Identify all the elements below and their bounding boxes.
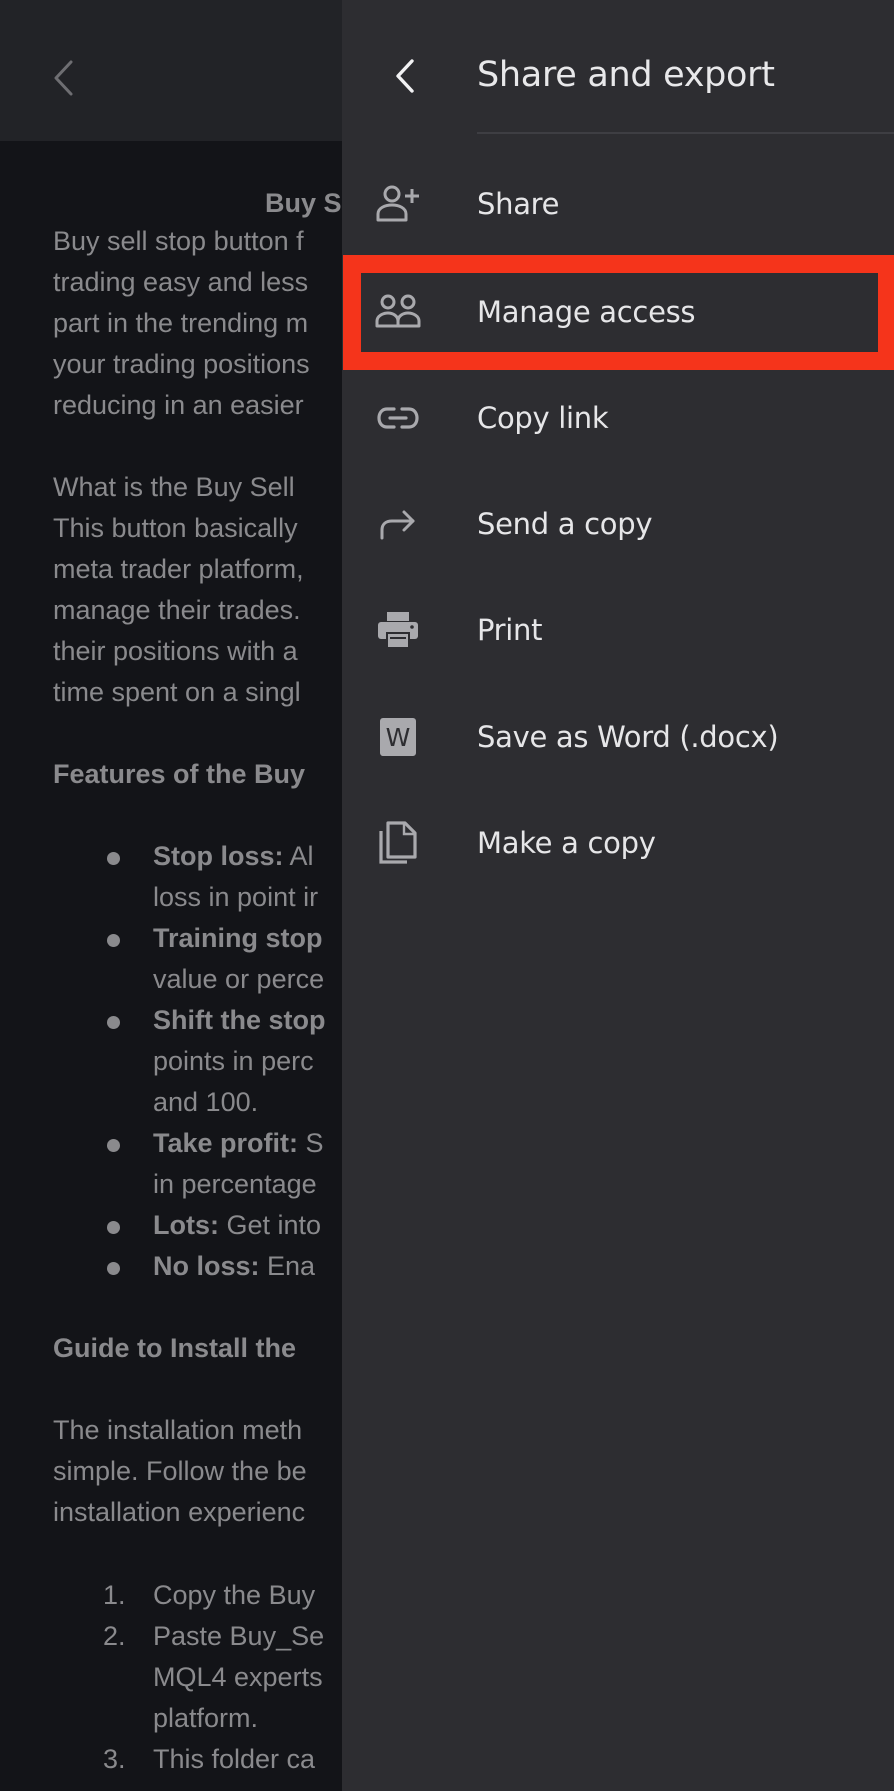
menu-item-save-as-word[interactable]: W Save as Word (.docx) <box>342 684 894 790</box>
bullet-icon <box>107 1221 120 1234</box>
paragraph-line: their positions with a <box>53 636 298 666</box>
bullet-icon <box>107 1016 120 1029</box>
forward-arrow-icon <box>375 501 421 547</box>
feature-item-cont: loss in point ir <box>153 882 319 912</box>
feature-item: Take profit: S <box>153 1128 324 1158</box>
step-line: This folder ca <box>153 1744 316 1774</box>
menu-label: Print <box>477 613 543 647</box>
menu-label: Manage access <box>477 295 696 329</box>
menu-item-copy-link[interactable]: Copy link <box>342 365 894 471</box>
divider <box>477 132 894 134</box>
feature-item: Shift the stop <box>153 1005 326 1035</box>
word-glyph: W <box>380 718 416 756</box>
bullet-icon <box>107 1139 120 1152</box>
features-heading: Features of the Buy <box>53 759 306 789</box>
panel-title: Share and export <box>477 55 775 95</box>
feature-item: Training stop <box>153 923 323 953</box>
paragraph-line: installation experienc <box>53 1497 306 1527</box>
menu-label: Copy link <box>477 401 609 435</box>
paragraph-line: part in the trending m <box>53 308 309 338</box>
feature-item-cont: and 100. <box>153 1087 259 1117</box>
menu-label: Make a copy <box>477 826 656 860</box>
paragraph-line: reducing in an easier <box>53 390 304 420</box>
feature-item-cont: in percentage <box>153 1169 317 1199</box>
panel-back-button[interactable] <box>388 54 422 98</box>
step-line: Copy the Buy <box>153 1580 316 1610</box>
paragraph-line: Buy sell stop button f <box>53 226 304 256</box>
menu-item-manage-access[interactable]: Manage access <box>342 259 894 365</box>
step-line: platform. <box>153 1703 259 1733</box>
menu-label: Send a copy <box>477 507 653 541</box>
menu-item-share[interactable]: Share <box>342 151 894 257</box>
step-number: 1. <box>103 1580 126 1610</box>
people-icon <box>375 289 421 335</box>
paragraph-line: What is the Buy Sell <box>53 472 295 502</box>
document-back-button[interactable] <box>48 56 78 100</box>
paragraph-line: your trading positions <box>53 349 310 379</box>
feature-item-cont: value or perce <box>153 964 325 994</box>
paragraph-line: trading easy and less <box>53 267 309 297</box>
menu-label: Save as Word (.docx) <box>477 720 779 754</box>
chevron-left-icon <box>54 60 73 96</box>
bullet-icon <box>107 852 120 865</box>
paragraph-line: time spent on a singl <box>53 677 301 707</box>
chevron-left-icon <box>396 59 414 93</box>
bullet-icon <box>107 1262 120 1275</box>
feature-item-cont: points in perc <box>153 1046 314 1076</box>
menu-item-send-a-copy[interactable]: Send a copy <box>342 471 894 577</box>
feature-item: Stop loss: Al <box>153 841 314 871</box>
copy-file-icon <box>375 820 421 866</box>
paragraph-line: simple. Follow the be <box>53 1456 307 1486</box>
link-icon <box>375 395 421 441</box>
feature-item: Lots: Get into <box>153 1210 322 1240</box>
paragraph-line: manage their trades. <box>53 595 301 625</box>
guide-heading: Guide to Install the <box>53 1333 297 1363</box>
word-icon: W <box>375 714 421 760</box>
step-line: MQL4 experts <box>153 1662 323 1692</box>
step-line: Paste Buy_Se <box>153 1621 325 1651</box>
menu-label: Share <box>477 187 560 221</box>
printer-icon <box>375 607 421 653</box>
step-number: 3. <box>103 1744 126 1774</box>
feature-item: No loss: Ena <box>153 1251 316 1281</box>
menu-item-make-a-copy[interactable]: Make a copy <box>342 790 894 896</box>
bullet-icon <box>107 934 120 947</box>
paragraph-line: The installation meth <box>53 1415 303 1445</box>
person-add-icon <box>375 181 421 227</box>
paragraph-line: This button basically <box>53 513 298 543</box>
share-export-panel: Share and export Share Manage access Cop… <box>342 0 894 1791</box>
step-number: 2. <box>103 1621 126 1651</box>
paragraph-line: meta trader platform, <box>53 554 304 584</box>
menu-item-print[interactable]: Print <box>342 577 894 683</box>
